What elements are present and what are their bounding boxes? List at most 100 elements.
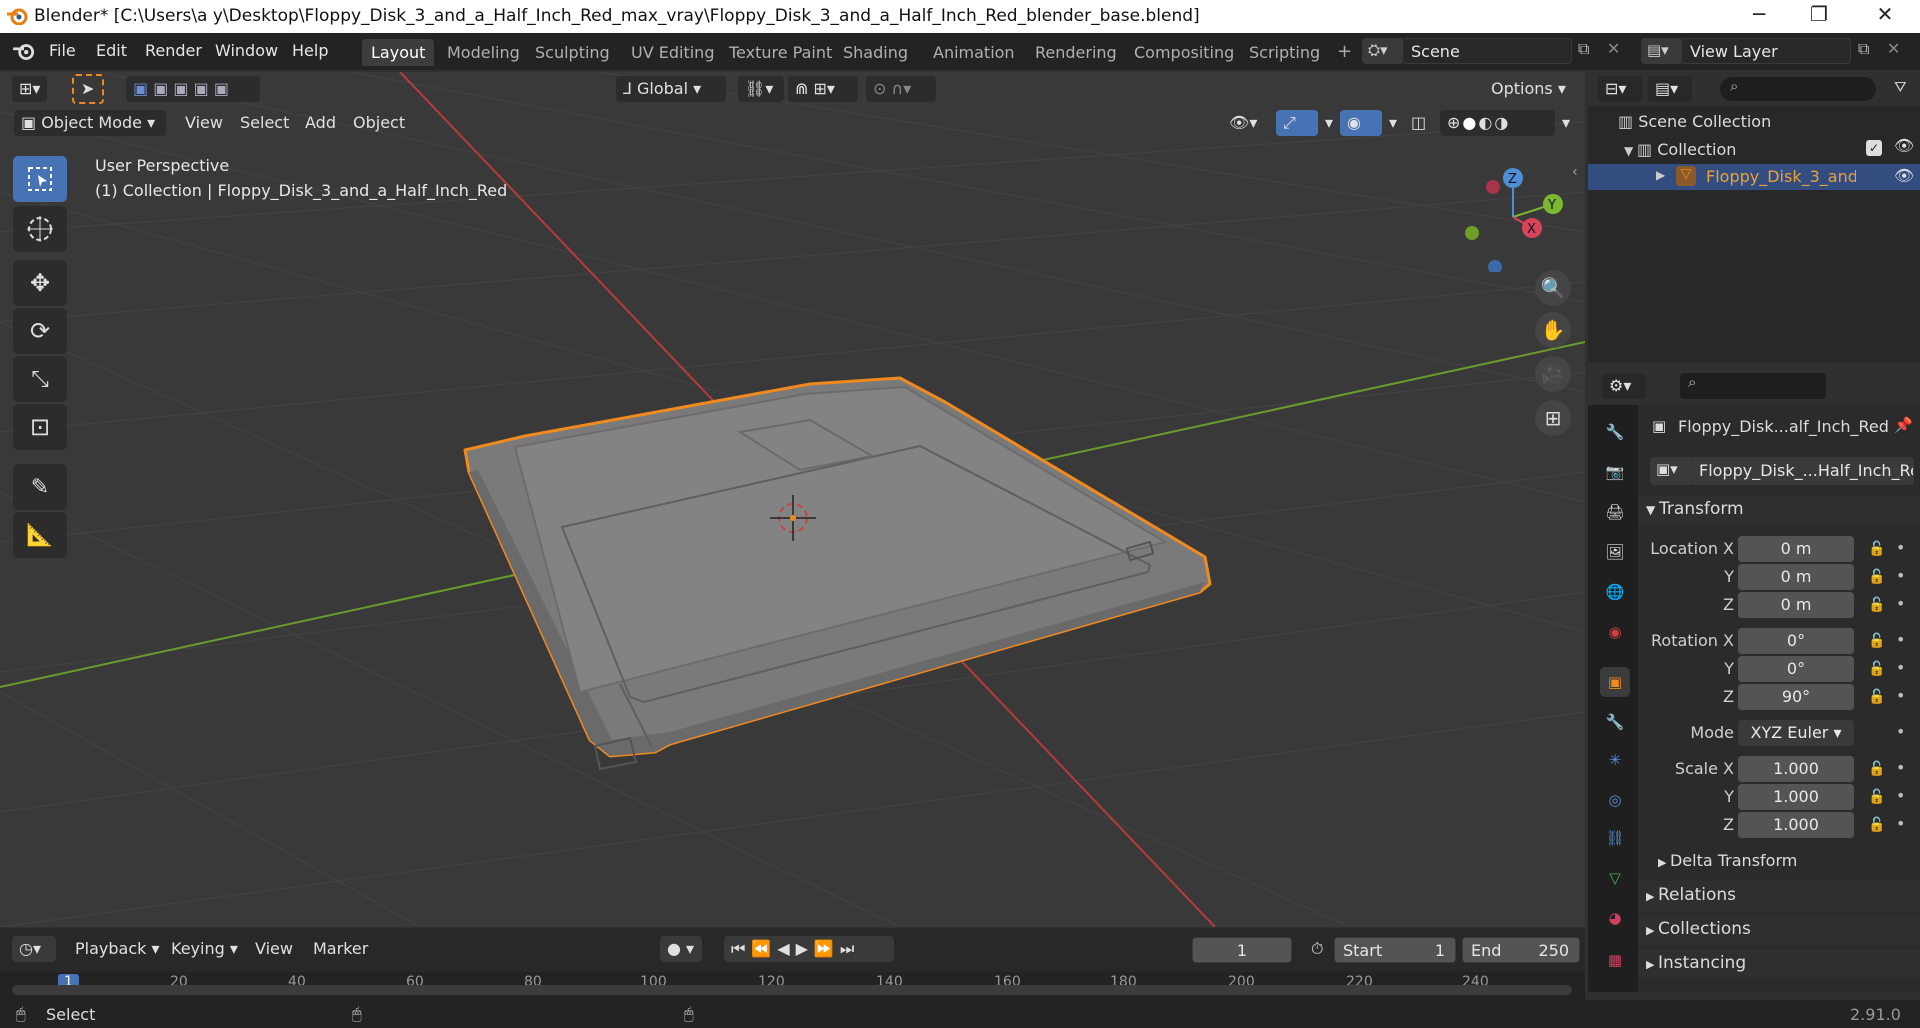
lock-icon[interactable]: 🔓: [1868, 633, 1885, 649]
world-tab-icon[interactable]: ◉: [1600, 617, 1630, 647]
workspace-tab-sculpting[interactable]: Sculpting: [526, 39, 619, 66]
tool-transform-icon[interactable]: ⊡: [13, 404, 67, 450]
current-frame-field[interactable]: 1: [1192, 937, 1292, 963]
location-z-field[interactable]: 0 m: [1738, 592, 1854, 618]
auto-keying-icon[interactable]: ● ▾: [660, 936, 702, 962]
location-x-field[interactable]: 0 m: [1738, 536, 1854, 562]
keyframe-dot-icon[interactable]: •: [1896, 814, 1905, 833]
keyframe-dot-icon[interactable]: •: [1896, 630, 1905, 649]
timeline-playback-dropdown[interactable]: Playback ▾: [68, 936, 167, 962]
tool-annotate-icon[interactable]: ✎: [13, 464, 67, 510]
lock-icon[interactable]: 🔓: [1868, 541, 1885, 557]
new-view-layer-icon[interactable]: ⧉: [1858, 39, 1869, 59]
material-tab-icon[interactable]: ◕: [1600, 903, 1630, 933]
scene-tab-icon[interactable]: 🌐: [1600, 577, 1630, 607]
workspace-tab-scripting[interactable]: Scripting: [1240, 39, 1329, 66]
zoom-icon[interactable]: 🔍: [1535, 270, 1571, 306]
scene-browse-icon[interactable]: ⛭▾: [1362, 38, 1402, 64]
delete-scene-icon[interactable]: ✕: [1607, 39, 1620, 58]
object-name-field[interactable]: Floppy_Disk_...Half_Inch_Red: [1690, 457, 1914, 485]
keyframe-dot-icon[interactable]: •: [1896, 538, 1905, 557]
particles-tab-icon[interactable]: ✳: [1600, 745, 1630, 775]
lock-icon[interactable]: 🔓: [1868, 661, 1885, 677]
timeline-marker-menu[interactable]: Marker: [306, 936, 375, 962]
texture-tab-icon[interactable]: ▦: [1600, 945, 1630, 975]
navigation-gizmo[interactable]: Z Y X: [1455, 162, 1570, 272]
keyframe-dot-icon[interactable]: •: [1896, 594, 1905, 613]
properties-editor-type-icon[interactable]: ⚙▾: [1602, 373, 1646, 399]
properties-search-input[interactable]: ⌕: [1680, 373, 1826, 399]
xray-toggle-icon[interactable]: ◫: [1404, 110, 1440, 136]
outliner-collection[interactable]: ▼ ▥ Collection: [1624, 140, 1736, 159]
keyframe-dot-icon[interactable]: •: [1896, 786, 1905, 805]
collapse-icon[interactable]: ▼: [1624, 144, 1637, 158]
menu-edit[interactable]: Edit: [96, 41, 127, 60]
delta-transform-subpanel[interactable]: ▶ Delta Transform: [1650, 847, 1920, 877]
overlay-dropdown-icon[interactable]: ▾: [1382, 110, 1402, 136]
close-window-button[interactable]: ✕: [1862, 2, 1908, 26]
rotation-y-field[interactable]: 0°: [1738, 656, 1854, 682]
options-dropdown[interactable]: Options ▾: [1484, 76, 1572, 102]
collection-visibility-icon[interactable]: 👁: [1894, 136, 1914, 155]
menu-window[interactable]: Window: [215, 41, 278, 60]
viewport-menu-view[interactable]: View: [178, 110, 230, 136]
lock-icon[interactable]: 🔓: [1868, 817, 1885, 833]
render-tab-icon[interactable]: 📷: [1600, 457, 1630, 487]
instancing-panel-header[interactable]: ▶ Instancing: [1638, 949, 1920, 979]
perspective-toggle-icon[interactable]: ⊞: [1535, 400, 1571, 436]
keyframe-dot-icon[interactable]: •: [1896, 566, 1905, 585]
lock-icon[interactable]: 🔓: [1868, 789, 1885, 805]
viewport-menu-add[interactable]: Add: [298, 110, 343, 136]
lock-icon[interactable]: 🔓: [1868, 761, 1885, 777]
exclude-checkbox[interactable]: ✓: [1866, 140, 1882, 156]
workspace-tab-uv-editing[interactable]: UV Editing: [622, 39, 723, 66]
blender-menu-icon[interactable]: [12, 41, 36, 61]
filter-icon[interactable]: ⛛: [1894, 78, 1907, 96]
scale-x-field[interactable]: 1.000: [1738, 756, 1854, 782]
transform-panel-header[interactable]: ▼ Transform: [1638, 495, 1920, 525]
keyframe-dot-icon[interactable]: •: [1896, 722, 1905, 741]
scene-name-field[interactable]: Scene: [1402, 38, 1572, 64]
object-browse-icon[interactable]: ▣▾: [1650, 457, 1690, 485]
view-layer-tab-icon[interactable]: 🖼: [1600, 537, 1630, 567]
outliner-object-row[interactable]: ▶ ▽ Floppy_Disk_3_and_a 👁: [1588, 164, 1920, 190]
editor-type-icon[interactable]: ⊞▾: [12, 76, 48, 102]
gizmo-dropdown-icon[interactable]: ▾: [1318, 110, 1338, 136]
sidebar-toggle-icon[interactable]: ‹: [1572, 164, 1578, 180]
menu-help[interactable]: Help: [292, 41, 328, 60]
delete-view-layer-icon[interactable]: ✕: [1887, 39, 1900, 58]
relations-panel-header[interactable]: ▶ Relations: [1638, 881, 1920, 911]
lock-icon[interactable]: 🔓: [1868, 569, 1885, 585]
visibility-icon[interactable]: 👁▾: [1222, 110, 1268, 136]
tool-cursor-icon[interactable]: [13, 206, 67, 252]
timeline-keying-dropdown[interactable]: Keying ▾: [164, 936, 245, 962]
workspace-tab-shading[interactable]: Shading: [834, 39, 917, 66]
add-workspace-icon[interactable]: +: [1337, 41, 1352, 62]
viewport-menu-select[interactable]: Select: [233, 110, 296, 136]
maximize-button[interactable]: ❐: [1796, 2, 1842, 26]
modifier-tab-icon[interactable]: 🔧: [1600, 707, 1630, 737]
workspace-tab-texture-paint[interactable]: Texture Paint: [720, 39, 841, 66]
tool-scale-icon[interactable]: ⤡: [13, 356, 67, 402]
object-visibility-icon[interactable]: 👁: [1894, 166, 1914, 185]
transform-orientation-dropdown[interactable]: ⅃ Global ▾: [616, 76, 726, 102]
tool-tab-icon[interactable]: 🔧: [1600, 417, 1630, 447]
keyframe-dot-icon[interactable]: •: [1896, 686, 1905, 705]
scale-y-field[interactable]: 1.000: [1738, 784, 1854, 810]
workspace-tab-rendering[interactable]: Rendering: [1026, 39, 1126, 66]
tool-measure-icon[interactable]: 📐: [13, 512, 67, 558]
floppy-disk-object[interactable]: [463, 376, 1212, 771]
expand-icon[interactable]: ▶: [1656, 168, 1665, 182]
workspace-tab-animation[interactable]: Animation: [924, 39, 1024, 66]
start-frame-field[interactable]: Start 1: [1334, 937, 1456, 963]
end-frame-field[interactable]: End 250: [1462, 937, 1580, 963]
shading-mode-buttons[interactable]: ⊕●◐◑: [1440, 110, 1555, 136]
viewport-menu-object[interactable]: Object: [346, 110, 412, 136]
view-layer-field[interactable]: View Layer: [1681, 38, 1851, 64]
pin-icon[interactable]: 📌: [1894, 416, 1913, 434]
lock-icon[interactable]: 🔓: [1868, 597, 1885, 613]
workspace-tab-compositing[interactable]: Compositing: [1125, 39, 1243, 66]
keyframe-dot-icon[interactable]: •: [1896, 758, 1905, 777]
outliner-search-input[interactable]: ⌕: [1720, 77, 1876, 101]
3d-viewport[interactable]: ⊞▾ ➤ ▣ ▣ ▣ ▣ ▣ ⅃ Global ▾ ⛓▾ ⋒ ⊞▾ ⊙ ∩▾ O…: [0, 72, 1585, 927]
